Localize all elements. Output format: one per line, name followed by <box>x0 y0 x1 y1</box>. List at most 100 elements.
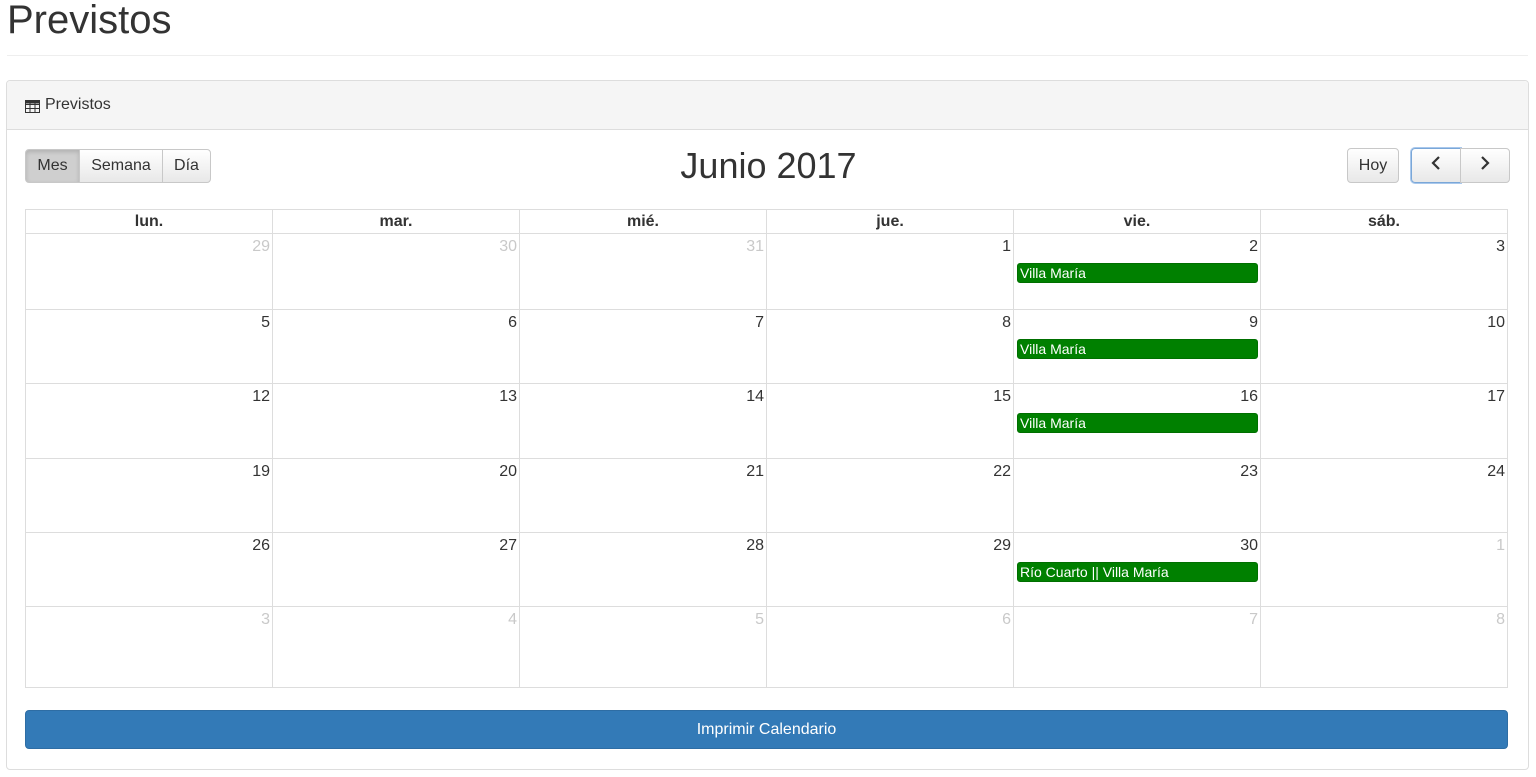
day-cell[interactable]: 30 <box>272 233 520 310</box>
day-cell[interactable]: 23 <box>1013 458 1261 533</box>
day-number: 28 <box>746 537 764 554</box>
day-number: 2 <box>1249 238 1258 255</box>
day-number: 6 <box>508 314 517 331</box>
day-cell[interactable]: 1 <box>766 233 1014 310</box>
weekday-header: vie. <box>1013 209 1261 234</box>
day-number: 7 <box>755 314 764 331</box>
week-row: 5 6 7 8 9 Villa María 10 <box>25 309 1508 384</box>
day-cell[interactable]: 26 <box>25 532 273 607</box>
chevron-left-icon <box>1430 156 1442 175</box>
day-cell[interactable]: 30 Río Cuarto || Villa María <box>1013 532 1261 607</box>
day-number: 3 <box>1496 238 1505 255</box>
day-number: 30 <box>1240 537 1258 554</box>
day-cell[interactable]: 8 <box>766 309 1014 384</box>
day-cell[interactable]: 10 <box>1260 309 1508 384</box>
day-number: 1 <box>1496 537 1505 554</box>
calendar-event[interactable]: Río Cuarto || Villa María <box>1017 562 1258 582</box>
day-number: 31 <box>746 238 764 255</box>
day-cell[interactable]: 14 <box>519 383 767 459</box>
day-number: 29 <box>993 537 1011 554</box>
day-number: 27 <box>499 537 517 554</box>
day-number: 24 <box>1487 463 1505 480</box>
day-number: 3 <box>261 611 270 628</box>
week-row: 19 20 21 22 23 24 <box>25 458 1508 533</box>
day-cell[interactable]: 17 <box>1260 383 1508 459</box>
day-cell[interactable]: 8 <box>1260 606 1508 688</box>
day-cell[interactable]: 31 <box>519 233 767 310</box>
week-row: 3 4 5 6 7 8 <box>25 606 1508 688</box>
day-cell[interactable]: 27 <box>272 532 520 607</box>
day-number: 4 <box>508 611 517 628</box>
day-cell[interactable]: 16 Villa María <box>1013 383 1261 459</box>
weekday-header: mar. <box>272 209 520 234</box>
day-cell[interactable]: 4 <box>272 606 520 688</box>
panel-heading: Previstos <box>7 81 1528 130</box>
day-cell[interactable]: 12 <box>25 383 273 459</box>
day-number: 10 <box>1487 314 1505 331</box>
day-cell[interactable]: 3 <box>25 606 273 688</box>
day-cell[interactable]: 22 <box>766 458 1014 533</box>
day-number: 6 <box>1002 611 1011 628</box>
day-number: 9 <box>1249 314 1258 331</box>
calendar-panel: Previstos Mes Semana Día Junio 2017 Hoy … <box>6 80 1529 770</box>
prev-next-group <box>1411 148 1510 183</box>
day-number: 5 <box>261 314 270 331</box>
day-number: 7 <box>1249 611 1258 628</box>
day-number: 8 <box>1002 314 1011 331</box>
day-cell[interactable]: 28 <box>519 532 767 607</box>
weekday-header: mié. <box>519 209 767 234</box>
weekday-header: sáb. <box>1260 209 1508 234</box>
day-number: 15 <box>993 388 1011 405</box>
day-cell[interactable]: 13 <box>272 383 520 459</box>
calendar-event[interactable]: Villa María <box>1017 413 1258 433</box>
day-cell[interactable]: 15 <box>766 383 1014 459</box>
day-number: 5 <box>755 611 764 628</box>
calendar-event[interactable]: Villa María <box>1017 339 1258 359</box>
day-number: 13 <box>499 388 517 405</box>
table-icon <box>25 99 40 113</box>
print-calendar-button[interactable]: Imprimir Calendario <box>25 710 1508 749</box>
day-cell[interactable]: 6 <box>272 309 520 384</box>
week-row: 12 13 14 15 16 Villa María 17 <box>25 383 1508 459</box>
prev-button[interactable] <box>1411 148 1461 183</box>
day-cell[interactable]: 1 <box>1260 532 1508 607</box>
panel-heading-label: Previstos <box>45 96 111 113</box>
month-grid: lun. mar. mié. jue. vie. sáb. 29 30 31 1 2 Villa M… <box>25 209 1508 688</box>
day-cell[interactable]: 9 Villa María <box>1013 309 1261 384</box>
day-cell[interactable]: 24 <box>1260 458 1508 533</box>
week-row: 26 27 28 29 30 Río Cuarto || Villa María 1 <box>25 532 1508 607</box>
weekday-header: lun. <box>25 209 273 234</box>
calendar-title: Junio 2017 <box>680 145 857 186</box>
day-number: 30 <box>499 238 517 255</box>
day-cell[interactable]: 6 <box>766 606 1014 688</box>
day-number: 29 <box>252 238 270 255</box>
day-number: 22 <box>993 463 1011 480</box>
day-number: 19 <box>252 463 270 480</box>
day-number: 20 <box>499 463 517 480</box>
navigation-controls: Hoy <box>1347 148 1510 183</box>
day-cell[interactable]: 29 <box>25 233 273 310</box>
day-cell[interactable]: 2 Villa María <box>1013 233 1261 310</box>
day-cell[interactable]: 19 <box>25 458 273 533</box>
day-cell[interactable]: 21 <box>519 458 767 533</box>
day-number: 12 <box>252 388 270 405</box>
title-divider <box>7 55 1528 56</box>
day-cell[interactable]: 5 <box>25 309 273 384</box>
day-cell[interactable]: 7 <box>519 309 767 384</box>
next-button[interactable] <box>1460 148 1510 183</box>
day-number: 21 <box>746 463 764 480</box>
weekday-header: jue. <box>766 209 1014 234</box>
calendar-event[interactable]: Villa María <box>1017 263 1258 283</box>
day-number: 17 <box>1487 388 1505 405</box>
day-cell[interactable]: 7 <box>1013 606 1261 688</box>
day-number: 14 <box>746 388 764 405</box>
day-cell[interactable]: 20 <box>272 458 520 533</box>
day-cell[interactable]: 5 <box>519 606 767 688</box>
day-number: 16 <box>1240 388 1258 405</box>
day-number: 26 <box>252 537 270 554</box>
today-button[interactable]: Hoy <box>1347 148 1399 183</box>
page-title: Previstos <box>7 0 172 42</box>
day-number: 1 <box>1002 238 1011 255</box>
day-cell[interactable]: 3 <box>1260 233 1508 310</box>
day-cell[interactable]: 29 <box>766 532 1014 607</box>
